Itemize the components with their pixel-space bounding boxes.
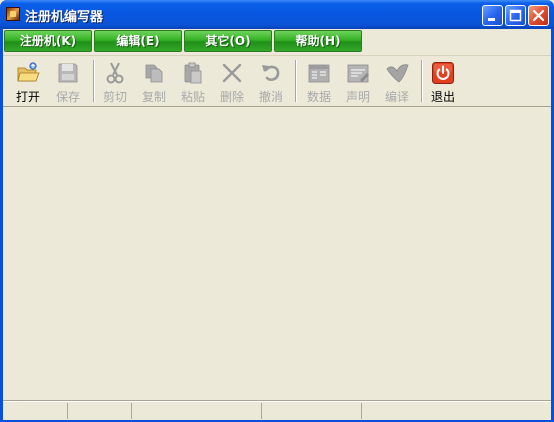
open-folder-icon — [17, 62, 40, 82]
close-button[interactable] — [528, 5, 549, 26]
data-button[interactable]: 数据 — [300, 58, 338, 104]
undo-label: 撤消 — [258, 90, 283, 104]
main-window: 注册机编写器 注册机(K) 编辑(E) 其它(O) 帮助(H) 打开 保存 剪切… — [0, 0, 554, 422]
delete-icon — [222, 63, 242, 83]
save-icon — [58, 63, 78, 83]
status-panel-4 — [262, 403, 362, 419]
workspace-area — [3, 107, 551, 401]
compile-button[interactable]: 编译 — [378, 58, 416, 104]
menu-help[interactable]: 帮助(H) — [274, 30, 362, 52]
compile-label: 编译 — [384, 90, 409, 104]
copy-icon — [145, 64, 163, 83]
open-button[interactable]: 打开 — [9, 58, 47, 104]
maximize-button[interactable] — [505, 5, 526, 26]
save-label: 保存 — [55, 90, 80, 104]
menu-other[interactable]: 其它(O) — [184, 30, 272, 52]
data-icon — [308, 64, 330, 83]
menu-keygen[interactable]: 注册机(K) — [4, 30, 92, 52]
minimize-button[interactable] — [482, 5, 503, 26]
status-panel-3 — [132, 403, 262, 419]
status-panel-1 — [3, 403, 68, 419]
close-icon — [532, 9, 545, 22]
exit-button[interactable]: 退出 — [424, 58, 462, 104]
undo-icon — [262, 65, 280, 81]
client-area: 注册机(K) 编辑(E) 其它(O) 帮助(H) 打开 保存 剪切 复制 粘贴 … — [3, 29, 551, 420]
save-button[interactable]: 保存 — [49, 58, 87, 104]
app-icon[interactable] — [6, 7, 20, 21]
window-title: 注册机编写器 — [25, 10, 104, 25]
menu-edit[interactable]: 编辑(E) — [94, 30, 182, 52]
minimize-icon — [488, 18, 495, 21]
status-bar — [3, 400, 551, 420]
maximize-icon — [509, 9, 522, 22]
cut-icon — [106, 62, 124, 84]
paste-icon — [184, 62, 202, 84]
copy-button[interactable]: 复制 — [135, 58, 173, 104]
exit-label: 退出 — [430, 90, 455, 104]
cut-button[interactable]: 剪切 — [96, 58, 134, 104]
statement-icon — [347, 64, 369, 83]
undo-button[interactable]: 撤消 — [252, 58, 290, 104]
statement-button[interactable]: 声明 — [339, 58, 377, 104]
menu-bar: 注册机(K) 编辑(E) 其它(O) 帮助(H) — [3, 29, 551, 56]
delete-button[interactable]: 删除 — [213, 58, 251, 104]
toolbar: 打开 保存 剪切 复制 粘贴 删除 撤消 数据 声明 编译 退出 — [3, 56, 551, 107]
title-bar[interactable]: 注册机编写器 — [0, 0, 554, 29]
status-divider — [3, 400, 551, 401]
status-panel-5 — [362, 403, 551, 419]
paste-button[interactable]: 粘贴 — [174, 58, 212, 104]
compile-icon — [386, 64, 409, 83]
status-panel-2 — [68, 403, 132, 419]
exit-power-icon — [432, 62, 454, 84]
